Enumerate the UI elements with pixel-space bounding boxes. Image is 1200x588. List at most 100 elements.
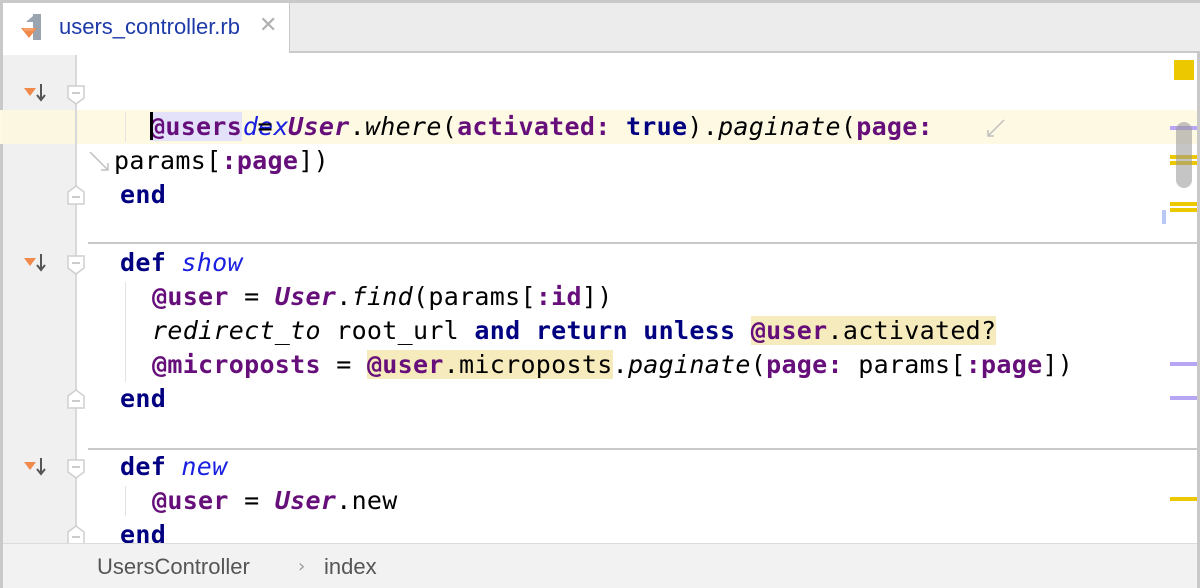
code-line[interactable]: @user = User.new — [152, 484, 398, 518]
keyword-end: end — [120, 180, 167, 209]
code-line[interactable]: def new — [120, 450, 227, 484]
usage-marker[interactable] — [1170, 396, 1197, 400]
params: (params[ — [413, 282, 536, 311]
usage-marker[interactable] — [1170, 362, 1197, 366]
text-caret — [150, 112, 153, 140]
call-find: find — [351, 282, 413, 311]
params: params[ — [842, 350, 966, 379]
symbol-id: :id — [535, 282, 582, 311]
override-method-icon[interactable] — [22, 82, 48, 104]
paren: ( — [441, 112, 458, 141]
indent-guide — [125, 486, 126, 516]
warning-marker[interactable] — [1170, 202, 1197, 206]
ivar-user: @user — [152, 486, 229, 515]
ruby-file-icon — [21, 14, 41, 40]
breadcrumb-item-method[interactable]: index — [324, 554, 377, 580]
override-method-icon[interactable] — [22, 252, 48, 274]
indent-guide — [125, 282, 126, 382]
soft-wrap-icon — [987, 119, 1005, 137]
call-microposts: .microposts — [443, 350, 613, 379]
dot: . — [612, 350, 628, 379]
operator: = — [228, 486, 275, 515]
method-name-show: show — [181, 248, 243, 277]
keyword-return: return — [535, 316, 628, 345]
close-icon[interactable]: ✕ — [259, 13, 277, 38]
ivar-user-usage: @user — [750, 316, 828, 345]
const-user: User — [288, 112, 350, 141]
keyword-def: def — [120, 248, 167, 277]
fold-end-icon[interactable] — [66, 184, 86, 206]
paren: ( — [840, 112, 857, 141]
override-method-icon[interactable] — [22, 456, 48, 478]
ivar-user: @user — [152, 282, 229, 311]
arg-root-url: root_url — [320, 316, 475, 345]
breadcrumb: UsersController › index — [3, 543, 1197, 588]
keyword-end: end — [120, 384, 167, 413]
key-page: page: — [766, 350, 843, 379]
method-separator — [88, 448, 1197, 450]
call-activated: .activated? — [827, 316, 997, 345]
paren: ( — [750, 350, 767, 379]
call-paginate: paginate — [718, 112, 841, 141]
tab-file-name: users_controller.rb — [59, 14, 240, 39]
operator: = — [228, 282, 275, 311]
dot: . — [702, 112, 719, 141]
warning-marker[interactable] — [1170, 497, 1197, 501]
method-separator — [88, 242, 1197, 244]
fold-collapse-icon[interactable] — [66, 458, 86, 480]
const-user: User — [274, 486, 337, 515]
bracket: ]) — [581, 282, 613, 311]
keyword-unless: unless — [643, 316, 736, 345]
vertical-scrollbar-thumb[interactable] — [1176, 122, 1192, 188]
ivar-microposts: @microposts — [152, 350, 321, 379]
params: params[ — [114, 146, 222, 175]
code-line[interactable]: end — [120, 178, 166, 212]
dot: . — [349, 112, 365, 141]
operator: = — [320, 350, 367, 379]
warning-marker[interactable] — [1170, 208, 1197, 212]
method-name-new: new — [181, 452, 228, 481]
bool-true: true — [625, 112, 688, 141]
ivar-user-usage: @user — [366, 350, 444, 379]
code-line[interactable]: def show — [120, 246, 243, 280]
bracket: ]) — [1042, 350, 1074, 379]
dot: . — [336, 282, 352, 311]
call-paginate: paginate — [627, 350, 751, 379]
breadcrumb-separator-icon: › — [298, 556, 306, 577]
symbol-page: :page — [965, 350, 1043, 379]
paren: ) — [687, 112, 703, 141]
call-where: where — [364, 112, 442, 141]
inspection-status-icon[interactable] — [1174, 60, 1194, 80]
breadcrumb-item-class[interactable]: UsersController — [97, 554, 250, 580]
code-line[interactable]: @user = User.find(params[:id]) — [152, 280, 613, 314]
call-new: .new — [336, 486, 398, 515]
fold-end-icon[interactable] — [66, 388, 86, 410]
bracket: ]) — [298, 146, 329, 175]
ivar-users: @users — [150, 112, 243, 141]
soft-wrap-continuation-icon — [89, 151, 109, 171]
caret-row-gutter-highlight — [3, 110, 75, 144]
symbol-page: :page — [221, 146, 299, 175]
key-activated: activated: — [457, 112, 611, 141]
operator: = — [242, 112, 289, 141]
const-user: User — [274, 282, 337, 311]
code-line[interactable]: @microposts = @user.microposts.paginate(… — [152, 348, 1073, 382]
key-page: page: — [856, 112, 933, 141]
code-line[interactable]: redirect_to root_url and return unless @… — [152, 314, 997, 348]
tab-users-controller[interactable]: users_controller.rb ✕ — [3, 3, 290, 53]
call-redirect-to: redirect_to — [152, 316, 321, 345]
code-line[interactable]: def index — [120, 76, 289, 141]
code-line-wrapped[interactable]: params[:page]) — [114, 144, 329, 178]
change-marker[interactable] — [1162, 210, 1166, 224]
code-line-current[interactable]: @users = User.where(activated: true).pag… — [150, 110, 948, 144]
fold-collapse-icon[interactable] — [66, 84, 86, 106]
keyword-def: def — [120, 452, 167, 481]
code-line[interactable]: end — [120, 382, 166, 416]
editor-tab-bar: users_controller.rb ✕ — [0, 0, 1200, 53]
fold-collapse-icon[interactable] — [66, 254, 86, 276]
